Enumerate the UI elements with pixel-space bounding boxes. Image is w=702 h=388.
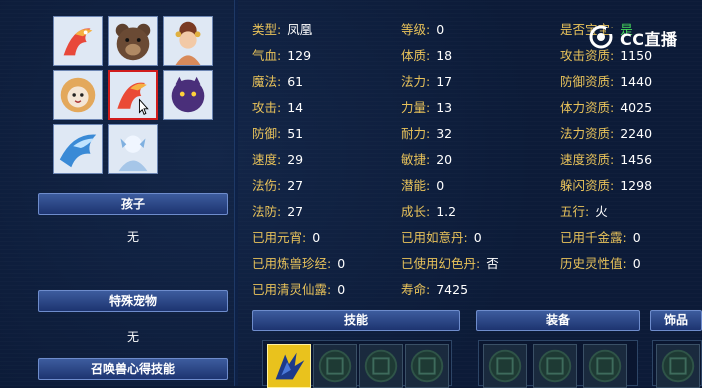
special-pet-value: 无 — [126, 330, 139, 344]
stat-constitution: 体质: 18 — [401, 48, 453, 63]
stat-qingling-used: 已用清灵仙露: 0 — [252, 282, 346, 297]
special-pet-section-header[interactable]: 特殊宠物 — [38, 290, 228, 312]
phoenix-icon — [110, 72, 156, 118]
skill-slot-4[interactable] — [405, 344, 449, 388]
equipment-slot-1[interactable] — [483, 344, 527, 388]
stat-lifespan: 寿命: 7425 — [401, 282, 469, 297]
stat-dodge-aptitude: 躲闪资质: 1298 — [560, 178, 653, 193]
watermark-text: CC直播 — [620, 30, 678, 49]
stat-lianshou-used: 已用炼兽珍经: 0 — [252, 256, 346, 271]
stat-speed: 速度: 29 — [252, 152, 304, 167]
blue-bird-icon — [54, 125, 102, 173]
equipment-slot-3[interactable] — [583, 344, 627, 388]
stat-history-spirit: 历史灵性值: 0 — [560, 256, 641, 271]
stat-qianjinlu-used: 已用千金露: 0 — [560, 230, 641, 245]
stat-magic-aptitude: 法力资质: 2240 — [560, 126, 653, 141]
stat-growth: 成长: 1.2 — [401, 204, 457, 219]
stat-potential: 潜能: 0 — [401, 178, 445, 193]
stat-defense: 防御: 51 — [252, 126, 304, 141]
stat-agility: 敏捷: 20 — [401, 152, 453, 167]
tab-equipment[interactable]: 装备 — [476, 310, 640, 331]
child-section-header[interactable]: 孩子 — [38, 193, 228, 215]
empty-slot-emblem-icon — [410, 349, 444, 383]
pet-slot-bear[interactable] — [108, 16, 158, 66]
cc-live-watermark: CC直播 — [588, 24, 688, 50]
stat-endurance: 耐力: 32 — [401, 126, 453, 141]
skill-slot-3[interactable] — [359, 344, 403, 388]
stat-hp-aptitude: 体力资质: 4025 — [560, 100, 653, 115]
stat-magic-defense: 法防: 27 — [252, 204, 304, 219]
stat-element: 五行: 火 — [560, 204, 608, 219]
stat-strength: 力量: 13 — [401, 100, 453, 115]
stat-magic-damage: 法伤: 27 — [252, 178, 304, 193]
empty-slot-emblem-icon — [661, 349, 695, 383]
bear-icon — [109, 17, 157, 65]
wing-skill-icon — [275, 352, 305, 380]
panel-divider — [234, 0, 238, 386]
pet-grid — [50, 13, 216, 183]
pet-slot-purple-panther[interactable] — [163, 70, 213, 120]
empty-slot-emblem-icon — [318, 349, 352, 383]
pet-slot-phoenix[interactable] — [53, 16, 103, 66]
stat-type: 类型: 凤凰 — [252, 22, 313, 37]
stat-magic: 法力: 17 — [401, 74, 453, 89]
pet-slot-blue-bird[interactable] — [53, 124, 103, 174]
stat-attack: 攻击: 14 — [252, 100, 304, 115]
equipment-slot-2[interactable] — [533, 344, 577, 388]
stat-hp: 气血: 129 — [252, 48, 312, 63]
pet-slot-phoenix-selected[interactable] — [108, 70, 158, 120]
stat-level: 等级: 0 — [401, 22, 445, 37]
empty-slot-emblem-icon — [588, 349, 622, 383]
skill-slot-1[interactable] — [267, 344, 311, 388]
pet-slot-white-lion[interactable] — [53, 70, 103, 120]
white-lion-icon — [54, 71, 102, 119]
cc-logo-icon — [589, 25, 614, 49]
stat-speed-aptitude: 速度资质: 1456 — [560, 152, 653, 167]
stat-huanse-used: 已使用幻色丹: 否 — [401, 256, 499, 271]
stat-defense-aptitude: 防御资质: 1440 — [560, 74, 653, 89]
phoenix-icon — [54, 17, 102, 65]
pet-slot-ice-fairy[interactable] — [108, 124, 158, 174]
empty-slot-emblem-icon — [364, 349, 398, 383]
empty-slot-emblem-icon — [538, 349, 572, 383]
skill-slot-2[interactable] — [313, 344, 357, 388]
accessory-slot-1[interactable] — [656, 344, 700, 388]
tab-accessory[interactable]: 饰品 — [650, 310, 702, 331]
pet-slot-fairy-girl[interactable] — [163, 16, 213, 66]
tab-skills[interactable]: 技能 — [252, 310, 460, 331]
stat-ruyidan-used: 已用如意丹: 0 — [401, 230, 482, 245]
stat-yuanxiao-used: 已用元宵: 0 — [252, 230, 321, 245]
ice-fairy-icon — [109, 125, 157, 173]
stat-mp: 魔法: 61 — [252, 74, 304, 89]
fairy-girl-icon — [164, 17, 212, 65]
purple-panther-icon — [164, 71, 212, 119]
empty-slot-emblem-icon — [488, 349, 522, 383]
child-value: 无 — [126, 230, 139, 244]
skill-insight-section-header[interactable]: 召唤兽心得技能 — [38, 358, 228, 380]
